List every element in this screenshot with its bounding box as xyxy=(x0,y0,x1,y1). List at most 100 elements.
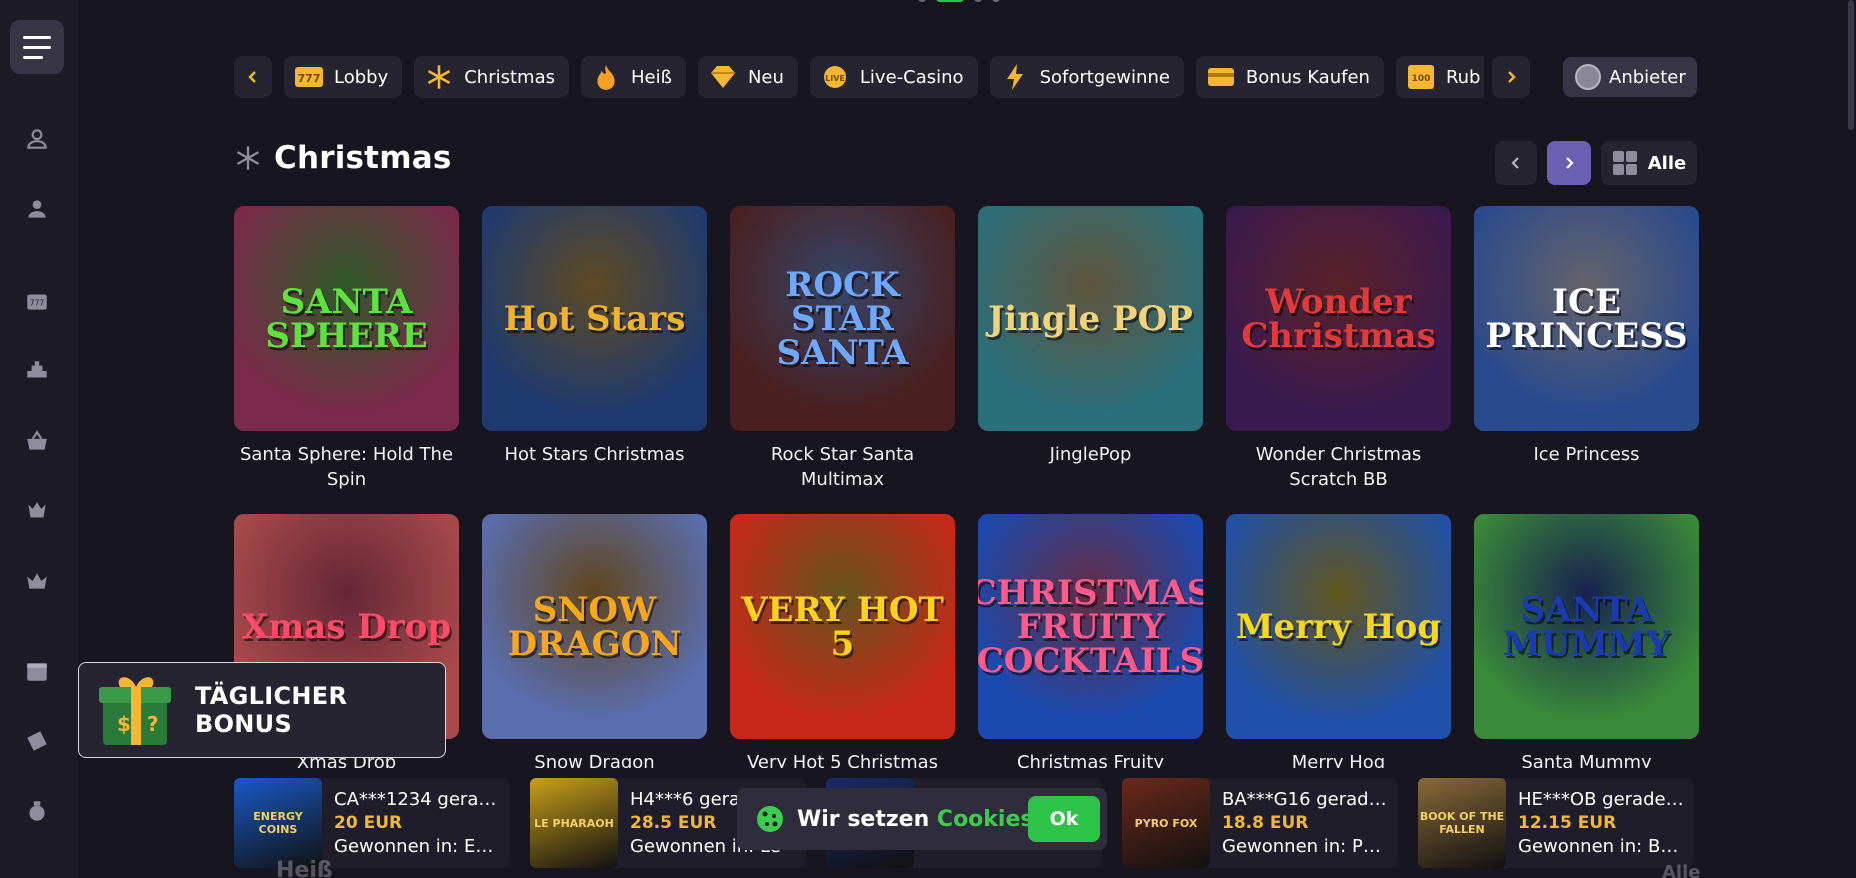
pagination-dot[interactable] xyxy=(992,0,1000,2)
section-all-label: Alle xyxy=(1647,152,1687,174)
next-section-title: Heiß xyxy=(276,858,333,878)
section-all-button[interactable]: Alle xyxy=(1601,141,1697,185)
game-card[interactable]: Jingle POP JinglePop xyxy=(978,206,1203,467)
game-thumbnail[interactable]: ICE PRINCESS xyxy=(1474,206,1699,431)
section-prev-button[interactable] xyxy=(1495,141,1537,185)
banner-pagination xyxy=(918,0,1000,2)
category-label: Sofortgewinne xyxy=(1039,66,1170,88)
section-next-button[interactable] xyxy=(1547,141,1591,185)
recent-win-item[interactable]: BOOK OF THE FALLEN HE***OB gerade … 12.15 … xyxy=(1418,778,1694,868)
game-title[interactable]: Rock Star Santa Multimax xyxy=(730,442,955,492)
game-logo: ICE PRINCESS xyxy=(1485,281,1688,356)
pagination-dot-active[interactable] xyxy=(936,0,964,2)
cookie-message: Wir setzen Cookies xyxy=(797,806,1034,832)
game-card[interactable]: ROCK STAR SANTA Rock Star Santa Multimax xyxy=(730,206,955,492)
win-amount: 20 EUR xyxy=(334,813,403,833)
recent-win-item[interactable]: ENERGY COINS CA***1234 gerad… 20 EUR Gewonn… xyxy=(234,778,510,868)
next-section-all-button[interactable]: Alle xyxy=(1662,862,1700,878)
svg-text:100: 100 xyxy=(1412,74,1431,84)
win-details: CA***1234 gerad… 20 EUR Gewonnen in: En… xyxy=(334,789,502,857)
game-thumbnail[interactable]: SANTA SPHERE xyxy=(234,206,459,431)
game-card[interactable]: VERY HOT 5 Very Hot 5 Christmas xyxy=(730,514,955,775)
game-thumbnail[interactable]: Hot Stars xyxy=(482,206,707,431)
game-logo: Jingle POP xyxy=(988,298,1193,339)
snowflake-icon xyxy=(424,62,454,92)
slot-machine-icon[interactable]: 777 xyxy=(22,286,52,316)
hamburger-menu-button[interactable] xyxy=(10,20,64,74)
game-thumbnail[interactable]: SANTA MUMMY xyxy=(1474,514,1699,739)
user-profile-icon[interactable] xyxy=(22,124,52,154)
category-hei-[interactable]: Heiß xyxy=(581,56,686,98)
money-bag-icon[interactable] xyxy=(22,796,52,826)
cookie-ok-button[interactable]: Ok xyxy=(1028,796,1100,842)
user-icon[interactable] xyxy=(22,194,52,224)
category-neu[interactable]: Neu xyxy=(697,56,798,98)
game-card[interactable]: ICE PRINCESS Ice Princess xyxy=(1474,206,1699,467)
slot-100-icon: 100 xyxy=(1406,62,1436,92)
game-thumbnail[interactable]: CHRISTMAS FRUITY COCKTAILS xyxy=(978,514,1203,739)
game-title[interactable]: JinglePop xyxy=(978,442,1203,467)
category-christmas[interactable]: Christmas xyxy=(414,56,569,98)
crown-icon[interactable] xyxy=(22,566,52,596)
category-label: Live-Casino xyxy=(859,66,964,88)
game-card[interactable]: Merry Hog Merry Hog xyxy=(1226,514,1451,775)
diamond-icon xyxy=(708,62,738,92)
win-amount: 12.15 EUR xyxy=(1518,813,1617,833)
game-thumbnail[interactable]: SNOW DRAGON xyxy=(482,514,707,739)
recent-win-item[interactable]: PYRO FOX BA***G16 gerade … 18.8 EUR Gewonne… xyxy=(1122,778,1398,868)
provider-button[interactable]: Anbieter xyxy=(1563,57,1697,97)
daily-bonus-label: TÄGLICHER BONUS xyxy=(195,682,348,738)
win-user: HE***OB gerade … xyxy=(1518,789,1686,810)
cookie-banner: Wir setzen Cookies Ok xyxy=(737,788,1107,850)
pagination-dot[interactable] xyxy=(974,0,982,2)
svg-text:?: ? xyxy=(147,712,159,736)
chevron-right-icon xyxy=(1508,71,1516,83)
game-title[interactable]: Santa Sphere: Hold The Spin xyxy=(234,442,459,492)
category-bar: 777 Lobby Christmas Heiß Neu LIVE Live-Casino S… xyxy=(234,56,1738,98)
game-logo: SANTA SPHERE xyxy=(265,281,428,356)
sidebar: 777 xyxy=(0,0,78,878)
category-next-button[interactable] xyxy=(1492,56,1530,98)
game-card[interactable]: Hot Stars Hot Stars Christmas xyxy=(482,206,707,467)
game-card[interactable]: Wonder Christmas Wonder Christmas Scratch… xyxy=(1226,206,1451,492)
pagination-dot[interactable] xyxy=(918,0,926,2)
win-user: BA***G16 gerade … xyxy=(1222,789,1390,810)
game-title[interactable]: Hot Stars Christmas xyxy=(482,442,707,467)
basket-icon[interactable] xyxy=(22,426,52,456)
game-title[interactable]: Ice Princess xyxy=(1474,442,1699,467)
win-game-thumbnail: LE PHARAOH xyxy=(530,778,618,868)
daily-bonus-button[interactable]: $ ? TÄGLICHER BONUS xyxy=(78,662,446,758)
game-thumbnail[interactable]: Wonder Christmas xyxy=(1226,206,1451,431)
bonus-crown-icon[interactable] xyxy=(22,496,52,526)
lightning-icon xyxy=(1000,62,1030,92)
chevron-left-icon xyxy=(1511,157,1519,169)
live-icon: LIVE xyxy=(820,62,850,92)
game-thumbnail[interactable]: ROCK STAR SANTA xyxy=(730,206,955,431)
game-card[interactable]: CHRISTMAS FRUITY COCKTAILS Christmas Frui… xyxy=(978,514,1203,800)
provider-icon xyxy=(1575,64,1601,90)
game-thumbnail[interactable]: VERY HOT 5 xyxy=(730,514,955,739)
svg-text:LIVE: LIVE xyxy=(825,74,845,83)
game-thumbnail[interactable]: Jingle POP xyxy=(978,206,1203,431)
game-thumbnail[interactable]: Merry Hog xyxy=(1226,514,1451,739)
section-title: Christmas xyxy=(274,140,452,176)
category-rub[interactable]: 100 Rub xyxy=(1395,56,1495,98)
category-sofortgewinne[interactable]: Sofortgewinne xyxy=(989,56,1184,98)
category-prev-button[interactable] xyxy=(234,56,272,98)
game-title[interactable]: Wonder Christmas Scratch BB xyxy=(1226,442,1451,492)
win-amount: 18.8 EUR xyxy=(1222,813,1309,833)
casino-table-icon[interactable] xyxy=(22,356,52,386)
category-live-casino[interactable]: LIVE Live-Casino xyxy=(809,56,978,98)
page-scrollbar[interactable] xyxy=(1848,0,1854,130)
gift-box-icon: $ ? xyxy=(93,667,179,753)
game-card[interactable]: SANTA MUMMY Santa Mummy xyxy=(1474,514,1699,775)
game-logo: CHRISTMAS FRUITY COCKTAILS xyxy=(978,572,1203,681)
calendar-icon[interactable] xyxy=(22,656,52,686)
category-lobby[interactable]: 777 Lobby xyxy=(284,56,403,98)
category-label: Christmas xyxy=(464,66,555,88)
game-card[interactable]: SNOW DRAGON Snow Dragon xyxy=(482,514,707,775)
category-bonus-kaufen[interactable]: Bonus Kaufen xyxy=(1195,56,1384,98)
game-card[interactable]: SANTA SPHERE Santa Sphere: Hold The Spin xyxy=(234,206,459,492)
win-details: HE***OB gerade … 12.15 EUR Gewonnen in: Bo… xyxy=(1518,789,1686,857)
ticket-icon[interactable] xyxy=(22,726,52,756)
